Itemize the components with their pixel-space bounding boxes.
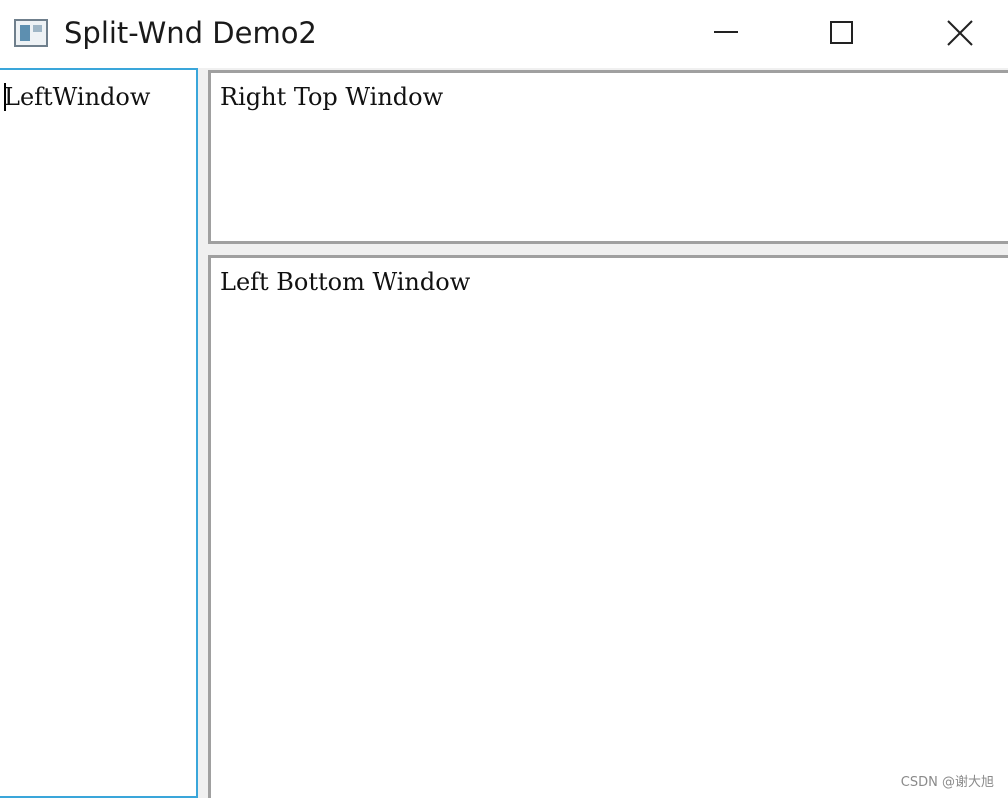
right-bottom-window-text: Left Bottom Window (220, 268, 471, 296)
app-icon-left-block (20, 25, 30, 41)
watermark: CSDN @谢大旭 (900, 775, 994, 790)
app-icon-right-block (33, 25, 42, 32)
right-bottom-window-pane[interactable]: Left Bottom Window (208, 255, 1008, 798)
left-window-text: LeftWindow (4, 83, 151, 111)
window-title: Split-Wnd Demo2 (64, 16, 317, 50)
minimize-icon (714, 31, 738, 33)
right-top-window-text: Right Top Window (220, 83, 444, 111)
maximize-icon (830, 21, 853, 44)
right-top-window-pane[interactable]: Right Top Window (208, 70, 1008, 244)
title-bar[interactable]: Split-Wnd Demo2 (0, 0, 1008, 68)
app-window-icon[interactable] (14, 19, 48, 47)
client-area: LeftWindow Right Top Window Left Bottom … (0, 68, 1008, 798)
left-window-pane[interactable]: LeftWindow (0, 68, 198, 798)
close-button[interactable] (902, 0, 1008, 66)
close-icon (947, 20, 973, 46)
minimize-button[interactable] (670, 0, 782, 66)
maximize-button[interactable] (786, 0, 898, 66)
